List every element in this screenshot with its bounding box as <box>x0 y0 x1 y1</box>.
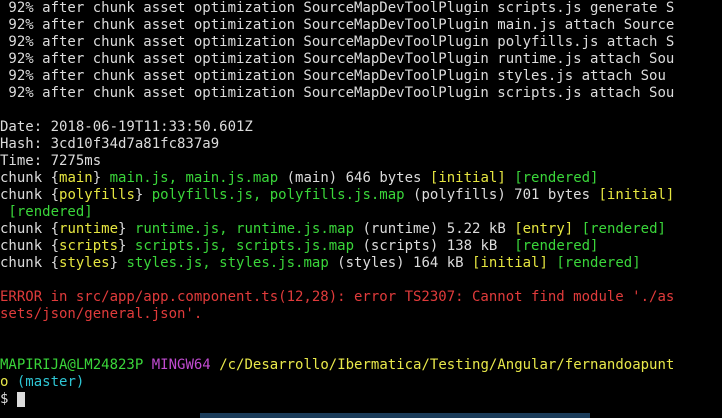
chunk-prefix: chunk { <box>0 255 60 271</box>
chunk-info: (styles) 164 kB <box>328 255 473 271</box>
chunk-info: (scripts) 138 kB <box>354 238 515 254</box>
prompt-env: MINGW64 <box>151 357 211 373</box>
chunk-brace: } <box>118 221 135 237</box>
chunk-prefix: chunk { <box>0 221 60 237</box>
chunk-info: (runtime) 5.22 kB <box>354 221 515 237</box>
progress-line: 92% after chunk asset optimization Sourc… <box>0 51 675 67</box>
build-date: Date: 2018-06-19T11:33:50.601Z <box>0 119 253 135</box>
chunk-tag-rendered: [rendered] <box>556 255 641 271</box>
chunk-prefix: chunk { <box>0 238 60 254</box>
chunk-brace: } <box>109 255 127 271</box>
chunk-brace: } <box>118 238 135 254</box>
chunk-tag-entry: [entry] <box>514 221 574 237</box>
scrollbar[interactable] <box>716 0 722 418</box>
chunk-files: polyfills.js, polyfills.js.map <box>151 187 405 203</box>
chunk-brace: } <box>92 170 110 186</box>
chunk-prefix: chunk { <box>0 170 60 186</box>
chunk-tag-initial: [initial] <box>429 170 506 186</box>
chunk-line-main: chunk {main} main.js, main.js.map (main)… <box>0 170 722 187</box>
chunk-tag-rendered-wrapped: [rendered] <box>0 204 93 220</box>
command-input-line[interactable]: $ <box>0 391 722 408</box>
prompt-user-host: MAPIRIJA@LM24823P <box>0 357 144 373</box>
shell-prompt: MAPIRIJA@LM24823P MINGW64 /c/Desarrollo/… <box>0 357 722 374</box>
chunk-prefix: chunk { <box>0 187 60 203</box>
chunk-tag-initial: [initial] <box>598 187 675 203</box>
error-message: ERROR in src/app/app.component.ts(12,28)… <box>0 289 675 305</box>
text-cursor <box>16 391 25 407</box>
chunk-tag-rendered: [rendered] <box>514 238 599 254</box>
progress-line: 92% after chunk asset optimization Sourc… <box>0 34 675 50</box>
chunk-brace: } <box>134 187 152 203</box>
chunk-name: styles <box>59 255 110 271</box>
chunk-files: styles.js, styles.js.map <box>126 255 329 271</box>
chunk-files: scripts.js, scripts.js.map <box>134 238 355 254</box>
chunk-line-scripts: chunk {scripts} scripts.js, scripts.js.m… <box>0 238 722 255</box>
chunk-tag-initial: [initial] <box>472 255 548 271</box>
build-hash: Hash: 3cd10f34d7a81fc837a9 <box>0 136 220 152</box>
taskbar-strip <box>200 413 590 418</box>
chunk-info: (main) 646 bytes <box>278 170 430 186</box>
terminal-window[interactable]: 92% after chunk asset optimization Sourc… <box>0 0 722 418</box>
chunk-line-polyfills: chunk {polyfills} polyfills.js, polyfill… <box>0 187 722 204</box>
progress-line: 92% after chunk asset optimization Sourc… <box>0 17 675 33</box>
chunk-tag-rendered: [rendered] <box>581 221 666 237</box>
progress-line: 92% after chunk asset optimization Sourc… <box>0 85 675 101</box>
shell-prompt-branch: o (master) <box>0 374 722 391</box>
chunk-info: (polyfills) 701 bytes <box>404 187 599 203</box>
chunk-name: runtime <box>59 221 119 237</box>
chunk-name: polyfills <box>59 187 135 203</box>
build-time: Time: 7275ms <box>0 153 102 169</box>
chunk-name: scripts <box>59 238 119 254</box>
chunk-tag-rendered: [rendered] <box>514 170 599 186</box>
chunk-space <box>573 221 581 237</box>
chunk-line-runtime: chunk {runtime} runtime.js, runtime.js.m… <box>0 221 722 238</box>
progress-line: 92% after chunk asset optimization Sourc… <box>0 0 675 16</box>
prompt-branch: (master) <box>8 374 85 390</box>
prompt-symbol: $ <box>0 391 17 407</box>
error-message-continued: sets/json/general.json'. <box>0 306 203 322</box>
chunk-files: main.js, main.js.map <box>109 170 279 186</box>
chunk-name: main <box>59 170 93 186</box>
chunk-space <box>506 170 514 186</box>
chunk-files: runtime.js, runtime.js.map <box>134 221 355 237</box>
progress-line: 92% after chunk asset optimization Sourc… <box>0 68 666 84</box>
chunk-line-styles: chunk {styles} styles.js, styles.js.map … <box>0 255 722 272</box>
prompt-path: /c/Desarrollo/Ibermatica/Testing/Angular… <box>219 357 675 373</box>
